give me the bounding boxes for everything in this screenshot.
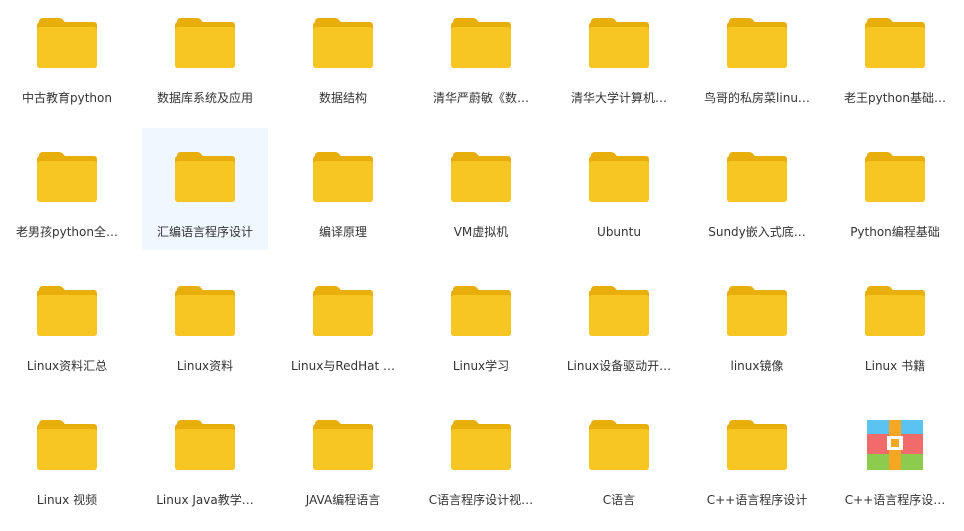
item-label: Linux Java教学…	[156, 493, 254, 507]
folder-icon	[175, 152, 235, 202]
folder-item[interactable]: linux镜像	[694, 262, 820, 384]
item-label: JAVA编程语言	[305, 493, 381, 507]
folder-item[interactable]: 清华大学计算机…	[556, 0, 682, 116]
folder-item[interactable]: Linux学习	[418, 262, 544, 384]
folder-item[interactable]: 中古教育python	[4, 0, 130, 116]
archive-item[interactable]: C++语言程序设…	[832, 396, 958, 518]
folder-icon	[727, 18, 787, 68]
folder-item[interactable]: 清华严蔚敏《数…	[418, 0, 544, 116]
folder-icon	[727, 420, 787, 470]
item-label: Linux资料汇总	[26, 359, 108, 373]
folder-item[interactable]: Python编程基础	[832, 128, 958, 250]
folder-item[interactable]: 数据结构	[280, 0, 406, 116]
folder-item[interactable]: C++语言程序设计	[694, 396, 820, 518]
folder-icon	[451, 286, 511, 336]
folder-icon	[451, 18, 511, 68]
folder-item[interactable]: 汇编语言程序设计	[142, 128, 268, 250]
item-label: Linux 书籍	[864, 359, 926, 373]
folder-item[interactable]: Linux 书籍	[832, 262, 958, 384]
folder-icon	[37, 420, 97, 470]
item-label: C语言程序设计视…	[428, 493, 534, 507]
item-label: 老王python基础…	[844, 91, 946, 105]
item-label: C语言	[602, 493, 636, 507]
item-label: 汇编语言程序设计	[156, 225, 253, 239]
folder-item[interactable]: C语言	[556, 396, 682, 518]
folder-icon	[313, 152, 373, 202]
item-label: Linux 视频	[36, 493, 98, 507]
item-label: C++语言程序设…	[844, 493, 946, 507]
folder-item[interactable]: Linux资料	[142, 262, 268, 384]
folder-item[interactable]: 老男孩python全…	[4, 128, 130, 250]
item-label: 中古教育python	[22, 91, 112, 105]
item-label: 鸟哥的私房菜linu…	[704, 91, 810, 105]
folder-icon	[865, 152, 925, 202]
folder-icon	[175, 420, 235, 470]
folder-icon	[451, 152, 511, 202]
item-label: Ubuntu	[597, 225, 641, 239]
item-label: 老男孩python全…	[16, 225, 118, 239]
folder-icon	[175, 286, 235, 336]
folder-icon	[37, 286, 97, 336]
item-label: Linux与RedHat …	[290, 359, 396, 373]
folder-icon	[589, 420, 649, 470]
item-label: Linux学习	[452, 359, 510, 373]
folder-item[interactable]: JAVA编程语言	[280, 396, 406, 518]
folder-item[interactable]: 老王python基础…	[832, 0, 958, 116]
file-grid: 中古教育python 数据库系统及应用 数据结构 清华严蔚敏《数… 清华大学计算机… 鸟哥…	[4, 0, 964, 530]
item-label: C++语言程序设计	[706, 493, 808, 507]
folder-item[interactable]: VM虚拟机	[418, 128, 544, 250]
folder-icon	[727, 152, 787, 202]
item-label: linux镜像	[730, 359, 784, 373]
folder-icon	[313, 420, 373, 470]
item-label: Python编程基础	[850, 225, 940, 239]
item-label: VM虚拟机	[453, 225, 509, 239]
folder-item[interactable]: Linux资料汇总	[4, 262, 130, 384]
folder-icon	[865, 286, 925, 336]
folder-icon	[313, 286, 373, 336]
folder-icon	[865, 18, 925, 68]
folder-item[interactable]: Linux设备驱动开…	[556, 262, 682, 384]
item-label: Linux资料	[176, 359, 234, 373]
item-label: 数据结构	[318, 91, 367, 105]
folder-item[interactable]: Linux Java教学…	[142, 396, 268, 518]
folder-icon	[313, 18, 373, 68]
item-label: Linux设备驱动开…	[566, 359, 672, 373]
folder-icon	[589, 18, 649, 68]
folder-icon	[451, 420, 511, 470]
item-label: 清华严蔚敏《数…	[432, 91, 529, 105]
folder-item[interactable]: Sundy嵌入式底…	[694, 128, 820, 250]
folder-icon	[37, 18, 97, 68]
item-label: 编译原理	[318, 225, 367, 239]
folder-icon	[727, 286, 787, 336]
folder-item[interactable]: Ubuntu	[556, 128, 682, 250]
folder-item[interactable]: C语言程序设计视…	[418, 396, 544, 518]
folder-icon	[37, 152, 97, 202]
folder-item[interactable]: Linux 视频	[4, 396, 130, 518]
folder-item[interactable]: Linux与RedHat …	[280, 262, 406, 384]
folder-item[interactable]: 鸟哥的私房菜linu…	[694, 0, 820, 116]
folder-item[interactable]: 数据库系统及应用	[142, 0, 268, 116]
item-label: 清华大学计算机…	[570, 91, 667, 105]
folder-icon	[589, 286, 649, 336]
folder-icon	[589, 152, 649, 202]
archive-icon	[865, 414, 925, 474]
folder-item[interactable]: 编译原理	[280, 128, 406, 250]
item-label: 数据库系统及应用	[156, 91, 253, 105]
folder-icon	[175, 18, 235, 68]
item-label: Sundy嵌入式底…	[708, 225, 806, 239]
